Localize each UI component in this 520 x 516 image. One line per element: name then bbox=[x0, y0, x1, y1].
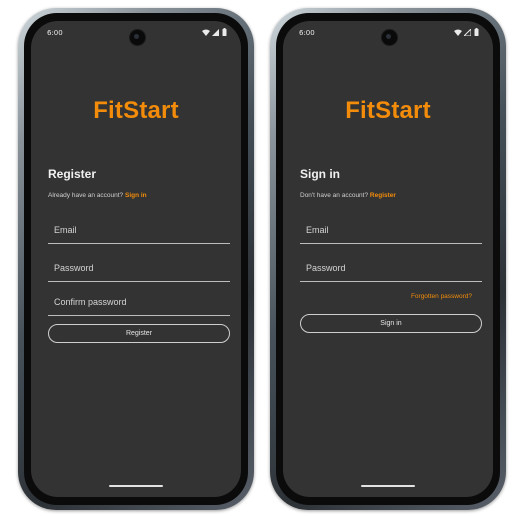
page-title: Register bbox=[48, 167, 97, 181]
home-indicator[interactable] bbox=[109, 484, 163, 487]
signin-prompt-text: Already have an account? bbox=[48, 192, 124, 199]
app-logo-text: FitStart bbox=[93, 97, 179, 124]
status-time: 6:00 bbox=[299, 29, 315, 37]
email-placeholder: Email bbox=[306, 225, 329, 235]
status-time: 6:00 bbox=[47, 29, 63, 37]
wifi-icon bbox=[201, 29, 210, 36]
password-field[interactable]: Password bbox=[48, 255, 230, 282]
password-placeholder: Password bbox=[54, 263, 94, 273]
app-logo-text: FitStart bbox=[345, 97, 431, 124]
status-icons bbox=[453, 27, 479, 36]
email-field[interactable]: Email bbox=[48, 217, 230, 244]
register-button[interactable]: Register bbox=[48, 324, 230, 343]
phone-bezel: 6:00 FitStart Sign in Don't have an acco… bbox=[276, 13, 500, 505]
password-placeholder: Password bbox=[306, 263, 346, 273]
status-icons bbox=[201, 28, 227, 36]
register-prompt: Don't have an account? Register bbox=[300, 192, 396, 199]
signin-screen: 6:00 FitStart Sign in Don't have an acco… bbox=[283, 21, 493, 497]
email-placeholder: Email bbox=[54, 225, 77, 235]
register-screen: 6:00 FitStart Register Already have an a… bbox=[31, 21, 241, 497]
email-field[interactable]: Email bbox=[300, 217, 482, 244]
home-indicator[interactable] bbox=[361, 484, 415, 487]
confirm-password-placeholder: Confirm password bbox=[54, 297, 127, 307]
confirm-password-field[interactable]: Confirm password bbox=[48, 289, 230, 316]
page-title: Sign in bbox=[300, 167, 340, 181]
signin-link[interactable]: Sign in bbox=[125, 192, 147, 199]
forgot-password-link[interactable]: Forgotten password? bbox=[411, 293, 472, 300]
register-link[interactable]: Register bbox=[370, 192, 396, 199]
phone-frame-signin: 6:00 FitStart Sign in Don't have an acco… bbox=[270, 8, 506, 510]
battery-icon bbox=[222, 28, 227, 36]
front-camera bbox=[380, 29, 398, 46]
signal-icon bbox=[212, 28, 220, 36]
battery-icon bbox=[474, 28, 479, 36]
front-camera bbox=[128, 29, 146, 46]
phone-bezel: 6:00 FitStart Register Already have an a… bbox=[24, 13, 248, 505]
wifi-icon bbox=[453, 29, 462, 36]
phone-frame-register: 6:00 FitStart Register Already have an a… bbox=[18, 8, 254, 510]
signin-button[interactable]: Sign in bbox=[300, 314, 482, 333]
signin-prompt: Already have an account? Sign in bbox=[48, 192, 147, 199]
signal-icon bbox=[463, 27, 472, 36]
register-prompt-text: Don't have an account? bbox=[300, 192, 369, 199]
password-field[interactable]: Password bbox=[300, 255, 482, 282]
